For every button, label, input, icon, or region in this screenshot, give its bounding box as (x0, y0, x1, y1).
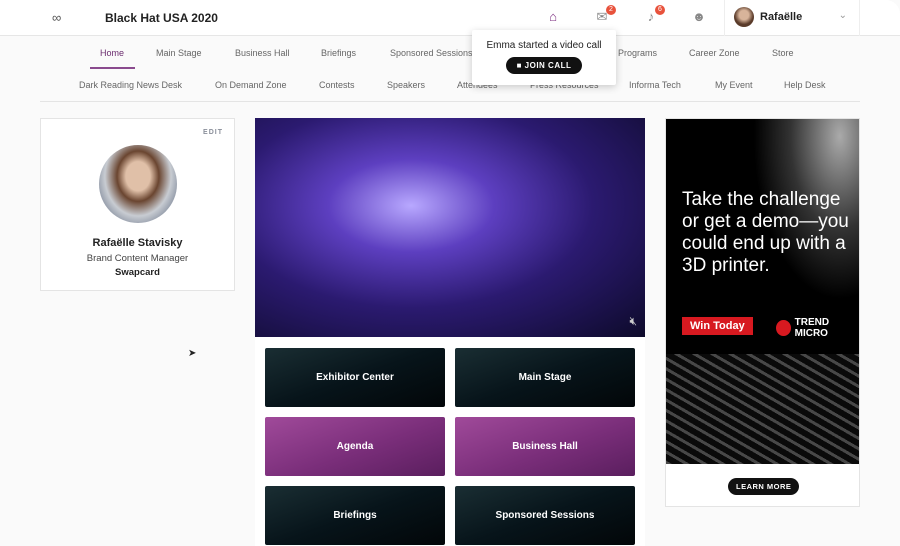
tile-exhibitor-center[interactable]: Exhibitor Center (265, 348, 445, 407)
video-camera-icon: ■ (516, 61, 525, 70)
notification-badge: 6 (655, 5, 665, 15)
tab-dark-reading[interactable]: Dark Reading News Desk (79, 80, 182, 90)
profile-photo (98, 145, 177, 223)
profile-card: EDIT Rafaëlle Stavisky Brand Content Man… (40, 118, 235, 291)
tab-my-event[interactable]: My Event (715, 80, 753, 90)
video-player[interactable]: 🔇︎ (255, 118, 645, 337)
tab-help-desk[interactable]: Help Desk (784, 80, 826, 90)
join-call-button[interactable]: ■ JOIN CALL (505, 57, 583, 74)
ad-headline: Take the challenge or get a demo—you cou… (682, 189, 849, 276)
video-call-popup: Emma started a video call ■ JOIN CALL (472, 30, 616, 85)
tab-briefings[interactable]: Briefings (321, 48, 356, 58)
tab-business-hall[interactable]: Business Hall (235, 48, 290, 58)
people-icon[interactable]: ☻ (691, 9, 707, 25)
profile-name: Rafaëlle Stavisky (92, 237, 183, 249)
tab-informa-tech[interactable]: Informa Tech (629, 80, 681, 90)
tab-programs[interactable]: Programs (618, 48, 657, 58)
tile-main-stage[interactable]: Main Stage (455, 348, 635, 407)
tile-business-hall[interactable]: Business Hall (455, 417, 635, 476)
tile-briefings[interactable]: Briefings (265, 486, 445, 545)
join-call-label: JOIN CALL (524, 61, 572, 70)
top-bar: ∞ Black Hat USA 2020 ⌂ ✉ 2 ♪ 6 ☻ Rafaëlle … (0, 0, 900, 36)
popup-message: Emma started a video call (486, 40, 602, 51)
tab-sponsored-sessions[interactable]: Sponsored Sessions (390, 48, 473, 58)
profile-role: Brand Content Manager (86, 253, 189, 264)
chevron-down-icon[interactable]: ⌄ (839, 10, 847, 21)
infinity-icon[interactable]: ∞ (52, 10, 61, 25)
brand-name: TREND MICRO (794, 317, 830, 339)
ad-image (666, 119, 859, 464)
edit-button[interactable]: EDIT (203, 129, 223, 136)
home-icon[interactable]: ⌂ (545, 9, 561, 25)
active-tab-indicator (90, 67, 135, 69)
tile-agenda[interactable]: Agenda (265, 417, 445, 476)
mute-icon[interactable]: 🔇︎ (629, 314, 637, 329)
tab-home[interactable]: Home (100, 48, 124, 58)
tile-grid: Exhibitor Center Main Stage Agenda Busin… (255, 337, 645, 546)
tab-main-stage[interactable]: Main Stage (156, 48, 202, 58)
chat-icon[interactable]: ✉ 2 (594, 5, 616, 25)
learn-more-button[interactable]: LEARN MORE (728, 478, 800, 495)
tab-contests[interactable]: Contests (319, 80, 355, 90)
bell-icon[interactable]: ♪ 6 (643, 5, 665, 25)
mouse-cursor-icon: ➤ (188, 348, 197, 359)
trend-micro-logo: TREND MICRO (776, 317, 859, 339)
event-title: Black Hat USA 2020 (105, 11, 218, 25)
tab-career-zone[interactable]: Career Zone (689, 48, 740, 58)
win-today-button[interactable]: Win Today (682, 317, 753, 335)
tab-store[interactable]: Store (772, 48, 794, 58)
tab-on-demand[interactable]: On Demand Zone (215, 80, 287, 90)
user-menu[interactable]: Rafaëlle ⌄ (724, 0, 860, 36)
avatar (734, 7, 754, 27)
divider (40, 101, 860, 102)
ad-banner[interactable]: Take the challenge or get a demo—you cou… (665, 118, 860, 507)
tile-sponsored-sessions[interactable]: Sponsored Sessions (455, 486, 635, 545)
profile-company: Swapcard (115, 267, 160, 278)
trend-micro-icon (776, 320, 791, 336)
user-name: Rafaëlle (760, 11, 803, 23)
chat-badge: 2 (606, 5, 616, 15)
tab-speakers[interactable]: Speakers (387, 80, 425, 90)
